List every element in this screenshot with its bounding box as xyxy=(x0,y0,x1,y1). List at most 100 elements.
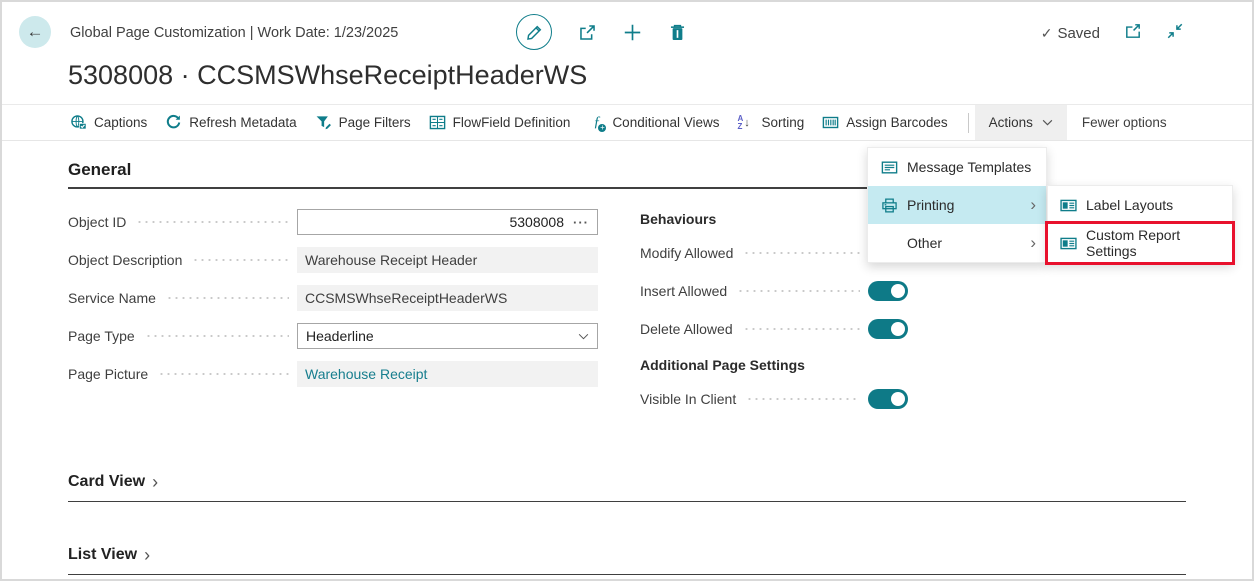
card-view-section[interactable]: Card View › xyxy=(68,473,1186,502)
report-card-icon xyxy=(1060,197,1077,214)
collapse-page-button[interactable] xyxy=(1166,22,1184,45)
action-page-filters[interactable]: Page Filters xyxy=(315,114,411,131)
action-flowfield-definition-label: FlowField Definition xyxy=(453,115,571,130)
checkmark-icon: ✓ xyxy=(1041,25,1053,42)
list-view-section[interactable]: List View › xyxy=(68,546,1186,575)
assist-edit-button[interactable]: ··· xyxy=(573,215,589,230)
service-name-label: Service Name xyxy=(68,290,156,306)
open-in-new-window-button[interactable] xyxy=(1124,22,1142,45)
action-flowfield-definition[interactable]: FlowField Definition xyxy=(429,114,571,131)
delete-allowed-label: Delete Allowed xyxy=(640,321,733,337)
action-sorting-label: Sorting xyxy=(762,115,805,130)
plus-icon xyxy=(623,23,642,42)
toggle-row-delete-allowed: Delete Allowed xyxy=(640,319,908,339)
app-header: ← Global Page Customization | Work Date:… xyxy=(0,0,1254,52)
action-assign-barcodes[interactable]: Assign Barcodes xyxy=(822,114,947,131)
window-controls: ✓ Saved xyxy=(1041,22,1184,45)
function-icon: ƒ + xyxy=(588,114,605,131)
service-name-field: CCSMSWhseReceiptHeaderWS xyxy=(297,285,598,311)
barcode-icon xyxy=(822,114,839,131)
action-conditional-views-label: Conditional Views xyxy=(612,115,719,130)
toolbar-separator xyxy=(968,113,969,133)
dot-leader xyxy=(166,297,289,299)
actions-dropdown-menu: Message Templates Printing › Other › xyxy=(867,147,1047,263)
delete-record-button[interactable] xyxy=(668,23,687,42)
filter-icon xyxy=(315,114,332,131)
chevron-down-icon xyxy=(578,333,589,340)
printing-submenu: Label Layouts Custom Report Settings xyxy=(1047,185,1233,263)
dot-leader xyxy=(136,221,289,223)
page-picture-link[interactable]: Warehouse Receipt xyxy=(305,366,427,382)
object-description-field: Warehouse Receipt Header xyxy=(297,247,598,273)
menu-item-other[interactable]: Other › xyxy=(868,224,1046,262)
action-conditional-views[interactable]: ƒ + Conditional Views xyxy=(588,114,719,131)
object-id-input[interactable]: 5308008 ··· xyxy=(297,209,598,235)
chevron-right-icon: › xyxy=(144,547,150,563)
page-picture-field: Warehouse Receipt xyxy=(297,361,598,387)
menu-item-message-templates[interactable]: Message Templates xyxy=(868,148,1046,186)
chevron-right-icon: › xyxy=(152,474,158,490)
general-left-column: Object ID 5308008 ··· Object Description… xyxy=(68,209,598,427)
share-button[interactable] xyxy=(578,23,597,42)
menu-item-label: Message Templates xyxy=(907,159,1031,175)
visible-in-client-toggle[interactable] xyxy=(868,389,908,409)
message-templates-icon xyxy=(881,159,898,176)
list-view-label: List View xyxy=(68,546,137,564)
action-assign-barcodes-label: Assign Barcodes xyxy=(846,115,947,130)
field-object-id: Object ID 5308008 ··· xyxy=(68,209,598,235)
modify-allowed-label: Modify Allowed xyxy=(640,245,733,261)
action-page-filters-label: Page Filters xyxy=(339,115,411,130)
back-button[interactable]: ← xyxy=(19,16,51,48)
printer-icon xyxy=(881,197,898,214)
dot-leader xyxy=(158,373,289,375)
object-id-label: Object ID xyxy=(68,214,126,230)
dot-leader xyxy=(145,335,289,337)
field-page-type: Page Type Headerline xyxy=(68,323,598,349)
additional-page-settings-heading: Additional Page Settings xyxy=(640,357,908,373)
pencil-icon xyxy=(525,23,544,42)
service-name-value: CCSMSWhseReceiptHeaderWS xyxy=(305,290,507,306)
field-page-picture: Page Picture Warehouse Receipt xyxy=(68,361,598,387)
toggle-row-visible-in-client: Visible In Client xyxy=(640,389,908,409)
dot-leader xyxy=(192,259,289,261)
action-captions[interactable]: Captions xyxy=(70,114,147,131)
page-type-select[interactable]: Headerline xyxy=(297,323,598,349)
toggle-knob xyxy=(891,284,905,298)
visible-in-client-label: Visible In Client xyxy=(640,391,736,407)
toggle-row-insert-allowed: Insert Allowed xyxy=(640,281,908,301)
menu-item-printing[interactable]: Printing › xyxy=(868,186,1046,224)
toggle-knob xyxy=(891,322,905,336)
dot-leader xyxy=(737,290,860,292)
action-bar: Captions Refresh Metadata Page Filters F… xyxy=(0,104,1254,141)
submenu-item-label-layouts[interactable]: Label Layouts xyxy=(1048,186,1232,224)
delete-allowed-toggle[interactable] xyxy=(868,319,908,339)
page-title: 5308008 · CCSMSWhseReceiptHeaderWS xyxy=(68,60,1254,91)
menu-item-label: Printing xyxy=(907,197,954,213)
trash-icon xyxy=(668,23,687,42)
fewer-options-button[interactable]: Fewer options xyxy=(1082,115,1167,130)
edit-button[interactable] xyxy=(516,14,552,50)
card-view-label: Card View xyxy=(68,473,145,491)
action-refresh-metadata[interactable]: Refresh Metadata xyxy=(165,114,296,131)
object-description-value: Warehouse Receipt Header xyxy=(305,252,477,268)
object-description-label: Object Description xyxy=(68,252,182,268)
chevron-down-icon xyxy=(1042,119,1053,126)
breadcrumb[interactable]: Global Page Customization | Work Date: 1… xyxy=(70,25,398,41)
submenu-item-label: Label Layouts xyxy=(1086,197,1173,213)
submenu-item-label: Custom Report Settings xyxy=(1086,227,1222,259)
submenu-item-custom-report-settings[interactable]: Custom Report Settings xyxy=(1048,224,1232,262)
sort-az-icon: AZ ↓ xyxy=(738,115,755,131)
field-service-name: Service Name CCSMSWhseReceiptHeaderWS xyxy=(68,285,598,311)
action-captions-label: Captions xyxy=(94,115,147,130)
captions-icon xyxy=(70,114,87,131)
page-picture-label: Page Picture xyxy=(68,366,148,382)
refresh-icon xyxy=(165,114,182,131)
submenu-chevron-icon: › xyxy=(1030,198,1036,212)
action-refresh-metadata-label: Refresh Metadata xyxy=(189,115,296,130)
actions-menu-button[interactable]: Actions xyxy=(975,105,1067,140)
insert-allowed-toggle[interactable] xyxy=(868,281,908,301)
action-sorting[interactable]: AZ ↓ Sorting xyxy=(738,115,805,131)
toggle-knob xyxy=(891,392,905,406)
object-id-value: 5308008 xyxy=(509,214,564,230)
new-record-button[interactable] xyxy=(623,23,642,42)
